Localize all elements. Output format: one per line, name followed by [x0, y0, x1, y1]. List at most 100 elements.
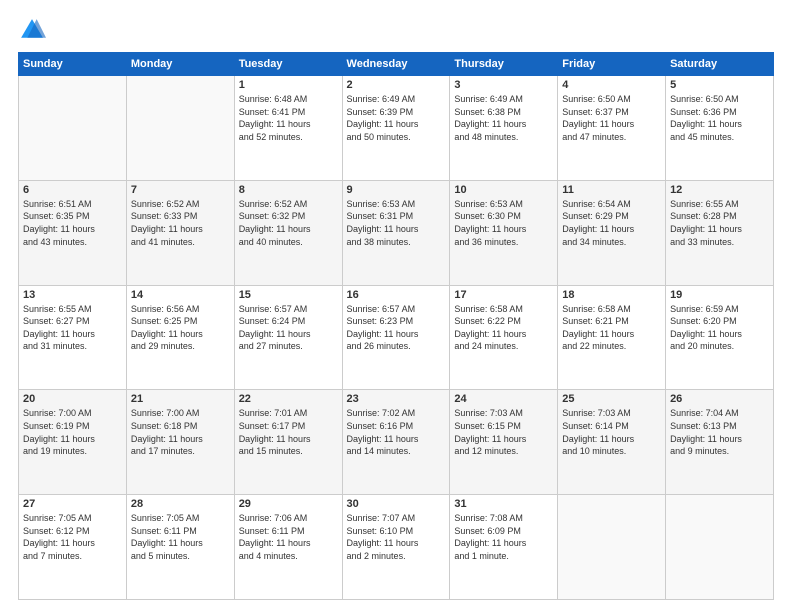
cell-info: Sunrise: 6:56 AM Sunset: 6:25 PM Dayligh…	[131, 303, 230, 353]
cell-info: Sunrise: 6:50 AM Sunset: 6:37 PM Dayligh…	[562, 93, 661, 143]
calendar-cell: 5 Sunrise: 6:50 AM Sunset: 6:36 PM Daylig…	[666, 76, 774, 181]
calendar-cell	[666, 495, 774, 600]
cell-info: Sunrise: 7:07 AM Sunset: 6:10 PM Dayligh…	[347, 512, 446, 562]
weekday-header: Thursday	[450, 53, 558, 76]
calendar-cell: 22 Sunrise: 7:01 AM Sunset: 6:17 PM Dayli…	[234, 390, 342, 495]
calendar-cell: 9 Sunrise: 6:53 AM Sunset: 6:31 PM Daylig…	[342, 180, 450, 285]
calendar-cell: 20 Sunrise: 7:00 AM Sunset: 6:19 PM Dayli…	[19, 390, 127, 495]
day-number: 27	[23, 498, 122, 510]
calendar-cell: 24 Sunrise: 7:03 AM Sunset: 6:15 PM Dayli…	[450, 390, 558, 495]
cell-info: Sunrise: 6:55 AM Sunset: 6:27 PM Dayligh…	[23, 303, 122, 353]
cell-info: Sunrise: 7:05 AM Sunset: 6:11 PM Dayligh…	[131, 512, 230, 562]
calendar-cell: 17 Sunrise: 6:58 AM Sunset: 6:22 PM Dayli…	[450, 285, 558, 390]
day-number: 6	[23, 184, 122, 196]
day-number: 18	[562, 289, 661, 301]
cell-info: Sunrise: 6:53 AM Sunset: 6:31 PM Dayligh…	[347, 198, 446, 248]
cell-info: Sunrise: 6:59 AM Sunset: 6:20 PM Dayligh…	[670, 303, 769, 353]
weekday-header: Sunday	[19, 53, 127, 76]
day-number: 20	[23, 393, 122, 405]
calendar-cell: 13 Sunrise: 6:55 AM Sunset: 6:27 PM Dayli…	[19, 285, 127, 390]
day-number: 26	[670, 393, 769, 405]
cell-info: Sunrise: 6:50 AM Sunset: 6:36 PM Dayligh…	[670, 93, 769, 143]
day-number: 9	[347, 184, 446, 196]
day-number: 29	[239, 498, 338, 510]
cell-info: Sunrise: 6:57 AM Sunset: 6:23 PM Dayligh…	[347, 303, 446, 353]
day-number: 28	[131, 498, 230, 510]
header	[18, 16, 774, 44]
calendar-cell: 19 Sunrise: 6:59 AM Sunset: 6:20 PM Dayli…	[666, 285, 774, 390]
cell-info: Sunrise: 7:03 AM Sunset: 6:15 PM Dayligh…	[454, 407, 553, 457]
calendar-cell: 1Sunrise: 6:48 AM Sunset: 6:41 PM Daylig…	[234, 76, 342, 181]
cell-info: Sunrise: 6:53 AM Sunset: 6:30 PM Dayligh…	[454, 198, 553, 248]
weekday-header: Saturday	[666, 53, 774, 76]
cell-info: Sunrise: 7:00 AM Sunset: 6:19 PM Dayligh…	[23, 407, 122, 457]
day-number: 14	[131, 289, 230, 301]
calendar-cell: 30 Sunrise: 7:07 AM Sunset: 6:10 PM Dayli…	[342, 495, 450, 600]
cell-info: Sunrise: 6:58 AM Sunset: 6:21 PM Dayligh…	[562, 303, 661, 353]
cell-info: Sunrise: 7:01 AM Sunset: 6:17 PM Dayligh…	[239, 407, 338, 457]
day-number: 19	[670, 289, 769, 301]
calendar-cell: 7 Sunrise: 6:52 AM Sunset: 6:33 PM Daylig…	[126, 180, 234, 285]
weekday-header: Monday	[126, 53, 234, 76]
calendar-cell: 6 Sunrise: 6:51 AM Sunset: 6:35 PM Daylig…	[19, 180, 127, 285]
day-number: 12	[670, 184, 769, 196]
calendar-cell: 4 Sunrise: 6:50 AM Sunset: 6:37 PM Daylig…	[558, 76, 666, 181]
day-number: 4	[562, 79, 661, 91]
calendar-cell: 18 Sunrise: 6:58 AM Sunset: 6:21 PM Dayli…	[558, 285, 666, 390]
day-number: 17	[454, 289, 553, 301]
cell-info: Sunrise: 7:06 AM Sunset: 6:11 PM Dayligh…	[239, 512, 338, 562]
calendar-cell	[126, 76, 234, 181]
day-number: 24	[454, 393, 553, 405]
calendar-cell: 21 Sunrise: 7:00 AM Sunset: 6:18 PM Dayli…	[126, 390, 234, 495]
calendar-cell: 29 Sunrise: 7:06 AM Sunset: 6:11 PM Dayli…	[234, 495, 342, 600]
cell-info: Sunrise: 7:05 AM Sunset: 6:12 PM Dayligh…	[23, 512, 122, 562]
logo-icon	[18, 16, 46, 44]
cell-info: Sunrise: 7:02 AM Sunset: 6:16 PM Dayligh…	[347, 407, 446, 457]
calendar-cell: 12 Sunrise: 6:55 AM Sunset: 6:28 PM Dayli…	[666, 180, 774, 285]
day-number: 21	[131, 393, 230, 405]
calendar-cell	[19, 76, 127, 181]
cell-info: Sunrise: 6:49 AM Sunset: 6:39 PM Dayligh…	[347, 93, 446, 143]
calendar-cell: 11 Sunrise: 6:54 AM Sunset: 6:29 PM Dayli…	[558, 180, 666, 285]
weekday-header: Friday	[558, 53, 666, 76]
cell-info: Sunrise: 6:55 AM Sunset: 6:28 PM Dayligh…	[670, 198, 769, 248]
day-number: 2	[347, 79, 446, 91]
cell-info: Sunrise: 6:52 AM Sunset: 6:33 PM Dayligh…	[131, 198, 230, 248]
day-number: 16	[347, 289, 446, 301]
calendar-cell: 26 Sunrise: 7:04 AM Sunset: 6:13 PM Dayli…	[666, 390, 774, 495]
day-number: 23	[347, 393, 446, 405]
cell-info: Sunrise: 6:54 AM Sunset: 6:29 PM Dayligh…	[562, 198, 661, 248]
day-number: 3	[454, 79, 553, 91]
calendar-cell: 8 Sunrise: 6:52 AM Sunset: 6:32 PM Daylig…	[234, 180, 342, 285]
cell-info: Sunrise: 6:58 AM Sunset: 6:22 PM Dayligh…	[454, 303, 553, 353]
calendar-cell: 14 Sunrise: 6:56 AM Sunset: 6:25 PM Dayli…	[126, 285, 234, 390]
cell-info: Sunrise: 7:00 AM Sunset: 6:18 PM Dayligh…	[131, 407, 230, 457]
calendar-cell: 10 Sunrise: 6:53 AM Sunset: 6:30 PM Dayli…	[450, 180, 558, 285]
day-number: 30	[347, 498, 446, 510]
day-number: 7	[131, 184, 230, 196]
day-number: 13	[23, 289, 122, 301]
calendar-cell: 28 Sunrise: 7:05 AM Sunset: 6:11 PM Dayli…	[126, 495, 234, 600]
day-number: 10	[454, 184, 553, 196]
cell-info: Sunrise: 7:03 AM Sunset: 6:14 PM Dayligh…	[562, 407, 661, 457]
calendar-table: SundayMondayTuesdayWednesdayThursdayFrid…	[18, 52, 774, 600]
day-number: 22	[239, 393, 338, 405]
day-number: 25	[562, 393, 661, 405]
cell-info: Sunrise: 7:04 AM Sunset: 6:13 PM Dayligh…	[670, 407, 769, 457]
cell-info: Sunrise: 6:52 AM Sunset: 6:32 PM Dayligh…	[239, 198, 338, 248]
cell-info: Sunrise: 6:48 AM Sunset: 6:41 PM Dayligh…	[239, 93, 338, 143]
weekday-header: Wednesday	[342, 53, 450, 76]
cell-info: Sunrise: 6:51 AM Sunset: 6:35 PM Dayligh…	[23, 198, 122, 248]
calendar-cell: 23 Sunrise: 7:02 AM Sunset: 6:16 PM Dayli…	[342, 390, 450, 495]
day-number: 8	[239, 184, 338, 196]
day-number: 5	[670, 79, 769, 91]
calendar-cell: 27 Sunrise: 7:05 AM Sunset: 6:12 PM Dayli…	[19, 495, 127, 600]
day-number: 31	[454, 498, 553, 510]
calendar-cell	[558, 495, 666, 600]
cell-info: Sunrise: 6:49 AM Sunset: 6:38 PM Dayligh…	[454, 93, 553, 143]
calendar-cell: 25 Sunrise: 7:03 AM Sunset: 6:14 PM Dayli…	[558, 390, 666, 495]
calendar-cell: 31Sunrise: 7:08 AM Sunset: 6:09 PM Dayli…	[450, 495, 558, 600]
cell-info: Sunrise: 6:57 AM Sunset: 6:24 PM Dayligh…	[239, 303, 338, 353]
calendar-cell: 2 Sunrise: 6:49 AM Sunset: 6:39 PM Daylig…	[342, 76, 450, 181]
day-number: 11	[562, 184, 661, 196]
